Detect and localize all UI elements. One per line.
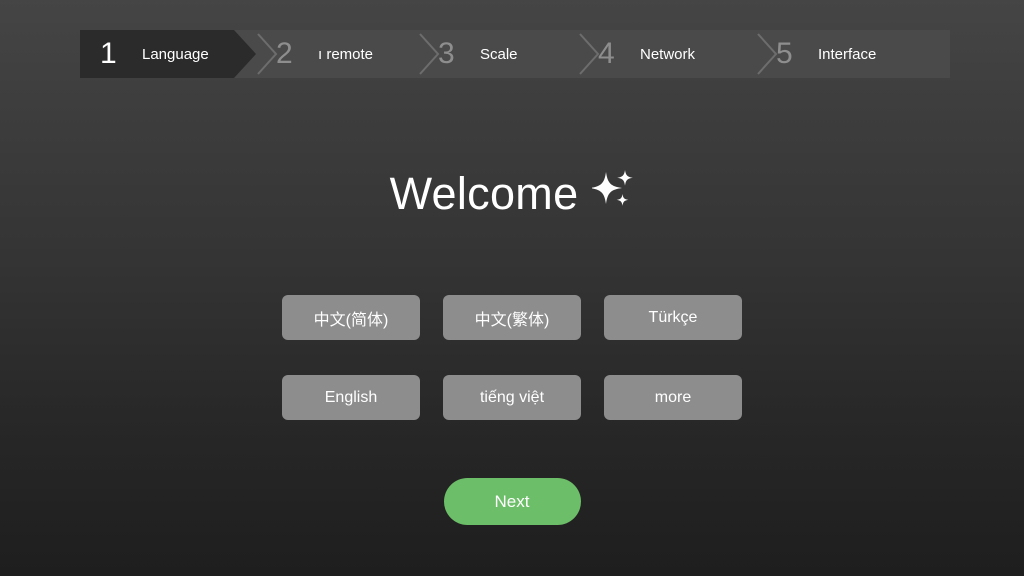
step-3-number: 3 — [438, 37, 455, 70]
next-button[interactable]: Next — [443, 478, 581, 525]
language-button-tieng-viet[interactable]: tiếng việt — [443, 375, 581, 420]
step-1-label: Language — [142, 45, 209, 63]
step-4-number: 4 — [598, 37, 615, 70]
step-5-label: Interface — [818, 45, 877, 63]
language-button-chinese-simplified[interactable]: 中文(简体) — [282, 295, 420, 340]
sparkles-icon — [592, 170, 634, 214]
language-button-english[interactable]: English — [282, 375, 420, 420]
language-button-chinese-traditional[interactable]: 中文(繁体) — [443, 295, 581, 340]
step-5-interface[interactable]: 5 Interface — [756, 30, 932, 78]
language-button-turkce[interactable]: Türkçe — [604, 295, 742, 340]
setup-stepper: 1 Language 2 ı remote 3 Scale 4 Network … — [80, 30, 950, 78]
step-2-label: ı remote — [318, 45, 374, 63]
language-button-more[interactable]: more — [604, 375, 742, 420]
step-1-number: 1 — [100, 37, 117, 70]
step-4-label: Network — [640, 45, 696, 63]
page-title: Welcome — [389, 168, 579, 219]
step-3-scale[interactable]: 3 Scale — [418, 30, 578, 78]
language-row-2: English tiếng việt more — [282, 375, 742, 420]
step-5-number: 5 — [776, 37, 793, 70]
step-3-label: Scale — [480, 45, 518, 63]
next-button-container: Next — [0, 478, 1024, 525]
step-4-network[interactable]: 4 Network — [578, 30, 756, 78]
welcome-header: Welcome — [0, 168, 1024, 220]
step-2-number: 2 — [276, 37, 293, 70]
language-row-1: 中文(简体) 中文(繁体) Türkçe — [282, 295, 742, 340]
step-1-language[interactable]: 1 Language — [80, 30, 256, 78]
step-2-pair-remote[interactable]: 2 ı remote — [256, 30, 418, 78]
language-selection-grid: 中文(简体) 中文(繁体) Türkçe English tiếng việt … — [0, 295, 1024, 420]
